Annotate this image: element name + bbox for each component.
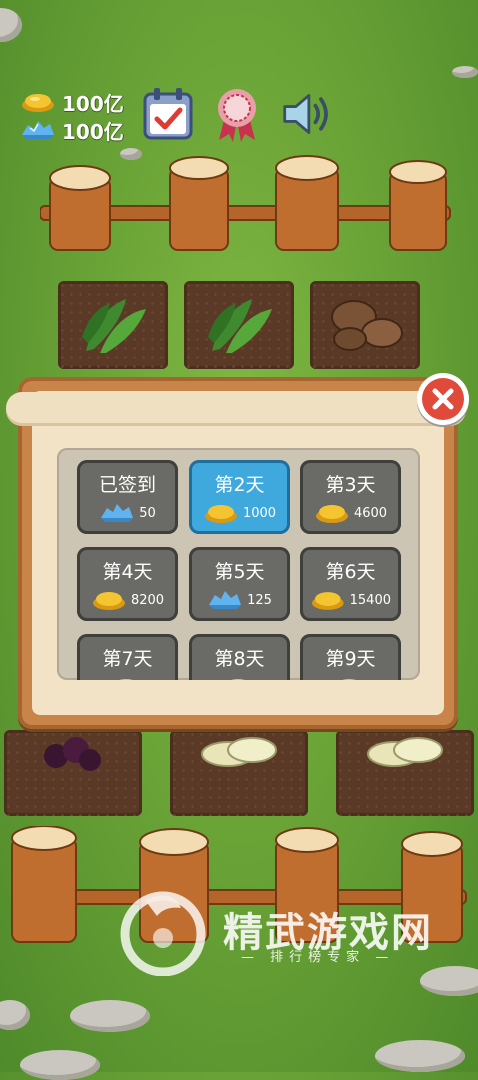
reward-amount: 15400 xyxy=(349,592,391,608)
tree-stump xyxy=(49,165,111,251)
top-fence xyxy=(40,155,451,251)
stone xyxy=(20,1050,100,1080)
crystal-icon xyxy=(209,591,242,609)
day-title: 第3天 xyxy=(325,474,376,496)
day-card-3[interactable]: 第3天 4600 xyxy=(300,460,401,534)
gold-ingot-icon xyxy=(204,505,237,523)
cabbage-icon xyxy=(367,737,443,767)
reward-amount: 50 xyxy=(139,505,156,521)
day-title: 第6天 xyxy=(325,561,376,583)
gold-ingot-icon xyxy=(118,679,133,680)
farm-plot[interactable] xyxy=(310,281,420,369)
speaker-icon[interactable] xyxy=(281,86,333,142)
grape-icon xyxy=(44,737,101,771)
tree-stump xyxy=(169,156,229,251)
calendar-check-icon[interactable] xyxy=(142,86,194,142)
sign-in-grid: 已签到 50 第2天 1000 第3天 4600 第4天 8200 第5天 12… xyxy=(57,448,420,680)
crystal-icon xyxy=(22,121,54,139)
farm-plot[interactable] xyxy=(184,281,294,369)
stone xyxy=(452,66,478,78)
award-ribbon-icon[interactable] xyxy=(211,86,263,142)
day-card-9[interactable]: 第9天 xyxy=(300,634,401,680)
reward-amount: 8200 xyxy=(130,592,165,608)
watermark-logo xyxy=(120,891,206,976)
gold-resource: 100亿 xyxy=(20,88,124,116)
farm-plot[interactable] xyxy=(4,730,142,816)
gold-amount: 100亿 xyxy=(62,91,124,116)
watermark-subtitle: — 排行榜专家 — xyxy=(241,950,395,965)
day-card-4[interactable]: 第4天 8200 xyxy=(77,547,178,621)
resource-panel: 100亿 100亿 xyxy=(20,88,124,144)
stone xyxy=(375,1040,465,1072)
mushroom-icon xyxy=(331,300,403,351)
day-card-1[interactable]: 已签到 50 xyxy=(77,460,178,534)
crystal-icon xyxy=(101,504,134,522)
gold-ingot-icon xyxy=(92,592,125,610)
day-card-6[interactable]: 第6天 15400 xyxy=(300,547,401,621)
reward-amount: 125 xyxy=(247,592,272,608)
day-title: 第2天 xyxy=(214,474,265,496)
stone xyxy=(0,8,22,42)
spinach-icon xyxy=(208,299,272,353)
farm-plot[interactable] xyxy=(170,730,308,816)
dialog-scroll-header xyxy=(6,392,466,426)
day-title: 第8天 xyxy=(214,648,265,670)
close-icon xyxy=(432,388,454,410)
gold-ingot-icon xyxy=(341,679,356,680)
cabbage-icon xyxy=(201,737,277,767)
close-button[interactable] xyxy=(417,373,469,425)
day-card-7[interactable]: 第7天 xyxy=(77,634,178,680)
farm-plot[interactable] xyxy=(58,281,168,369)
farm-plot[interactable] xyxy=(336,730,474,816)
watermark: 精武游戏网 — 排行榜专家 — xyxy=(115,880,455,980)
crystal-resource: 100亿 xyxy=(20,116,124,144)
day-title: 第5天 xyxy=(214,561,265,583)
gold-ingot-icon xyxy=(22,94,54,112)
tree-stump xyxy=(389,160,447,251)
tree-stump xyxy=(11,826,77,943)
reward-amount: 4600 xyxy=(353,505,388,521)
day-title: 第7天 xyxy=(102,648,153,670)
day-title: 已签到 xyxy=(98,474,156,496)
spinach-icon xyxy=(82,299,146,353)
tree-stump xyxy=(275,155,339,251)
day-title: 第9天 xyxy=(325,648,376,670)
stone xyxy=(0,1000,30,1030)
stone xyxy=(70,1000,150,1032)
day-card-5[interactable]: 第5天 125 xyxy=(189,547,290,621)
crystal-amount: 100亿 xyxy=(62,119,124,144)
day-card-2[interactable]: 第2天 1000 xyxy=(189,460,290,534)
gold-ingot-icon xyxy=(230,679,245,680)
gold-ingot-icon xyxy=(315,505,348,523)
day-title: 第4天 xyxy=(102,561,153,583)
day-card-8[interactable]: 第8天 xyxy=(189,634,290,680)
gold-ingot-icon xyxy=(311,592,344,610)
reward-amount: 1000 xyxy=(242,505,277,521)
